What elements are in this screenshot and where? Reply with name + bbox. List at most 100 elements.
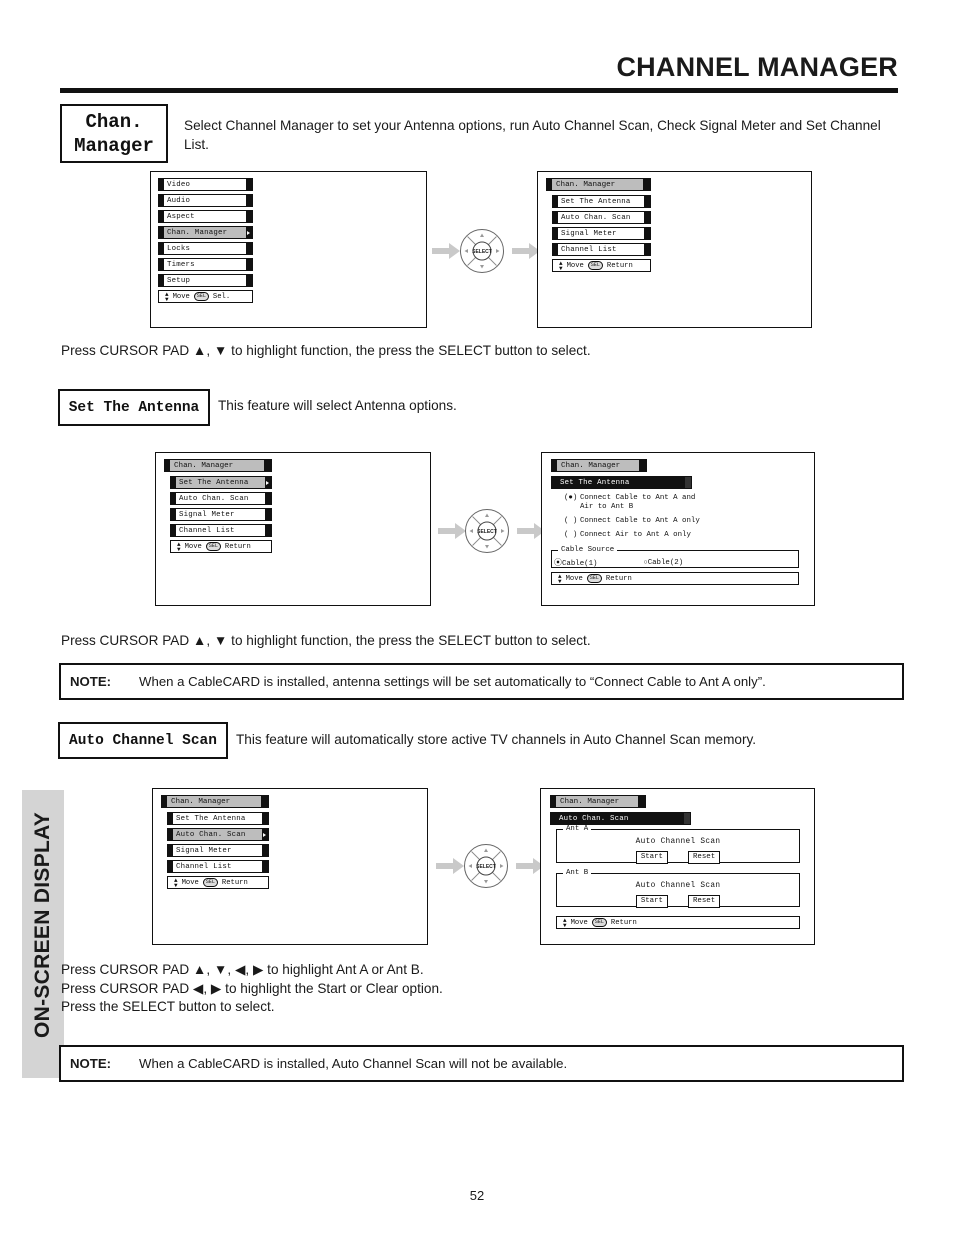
main-menu-item-chan-manager[interactable]: Chan. Manager — [158, 226, 253, 239]
cable-source-option-2[interactable]: Cable(2) — [643, 559, 683, 567]
main-menu-help-bar: ▲ ▼ Move SEL Sel. — [158, 290, 253, 303]
ant-b-start-button[interactable]: Start — [635, 895, 668, 908]
title-left-cap — [165, 460, 170, 471]
chan-menu-item-signal-meter[interactable]: Signal Meter — [167, 844, 269, 857]
row-left-cap — [159, 259, 164, 270]
flow-arrow-left-2 — [438, 523, 466, 539]
antenna-option-cable-a-air-b[interactable]: Connect Cable to Ant A and Air to Ant B — [564, 494, 801, 512]
section-side-tab: ON-SCREEN DISPLAY — [22, 790, 64, 1078]
chan-menu-item-auto-scan[interactable]: Auto Chan. Scan — [552, 211, 651, 224]
auto-scan-instruction-line2: Press CURSOR PAD ◀, ▶ to highlight the S… — [61, 980, 443, 996]
chan-menu-item-set-antenna[interactable]: Set The Antenna — [170, 476, 272, 489]
row-right-cap — [246, 179, 252, 190]
auto-scan-screen-frame: Chan. Manager Auto Chan. Scan Ant A Auto… — [540, 788, 815, 945]
main-menu-screen-frame: Video Audio Aspect Chan. Manager Locks T… — [150, 171, 427, 328]
antenna-options-screen-frame: Chan. Manager Set The Antenna Connect Ca… — [541, 452, 815, 606]
chan-menu-help-bar: ▲ ▼ Move SEL Return — [170, 540, 272, 553]
main-menu-item-label: Setup — [167, 276, 191, 285]
antenna-option-list: Connect Cable to Ant A and Air to Ant B … — [551, 494, 801, 540]
chan-menu-item-channel-list[interactable]: Channel List — [552, 243, 651, 256]
chan-manager-menu-title-label: Chan. Manager — [171, 797, 231, 806]
flow-arrow-right-1 — [512, 243, 540, 259]
chan-menu-item-signal-meter[interactable]: Signal Meter — [170, 508, 272, 521]
set-antenna-description: This feature will select Antenna options… — [218, 398, 457, 413]
row-right-cap — [265, 509, 271, 520]
cursor-pad-icon: SELECT — [459, 228, 505, 279]
help-action-label: Sel. — [212, 292, 231, 301]
row-left-cap — [551, 813, 556, 824]
antenna-option-label: Connect Air to Ant A only — [580, 531, 691, 539]
chan-menu-item-label: Channel List — [179, 526, 235, 535]
title-left-cap — [547, 179, 552, 190]
help-move-label: Move — [181, 878, 199, 887]
main-menu-item-locks[interactable]: Locks — [158, 242, 253, 255]
help-move-label: Move — [172, 292, 190, 301]
chan-menu-item-auto-scan[interactable]: Auto Chan. Scan — [167, 828, 269, 841]
chan-manager-menu-autoscan-selected: Chan. Manager Set The Antenna Auto Chan.… — [161, 795, 269, 889]
cable-source-option-label: Cable(1) — [562, 560, 598, 568]
chan-manager-label-box: Chan. Manager — [60, 104, 168, 163]
chan-menu-item-set-antenna[interactable]: Set The Antenna — [167, 812, 269, 825]
antenna-option-cable-a-only[interactable]: Connect Cable to Ant A only — [564, 517, 801, 526]
antenna-screen-title-label: Chan. Manager — [561, 461, 621, 470]
svg-text:SELECT: SELECT — [477, 529, 497, 535]
auto-scan-help-bar: ▲ ▼ Move SEL Return — [556, 916, 800, 929]
auto-scan-screen-subtitle-label: Auto Chan. Scan — [559, 814, 629, 823]
main-menu-item-timers[interactable]: Timers — [158, 258, 253, 271]
note-set-antenna: NOTE: When a CableCARD is installed, ant… — [59, 663, 904, 700]
ant-b-legend: Ant B — [563, 869, 592, 878]
chan-menu-item-signal-meter[interactable]: Signal Meter — [552, 227, 651, 240]
help-move-label: Move — [184, 542, 202, 551]
row-right-cap — [262, 845, 268, 856]
cable-source-group: Cable Source Cable(1) Cable(2) — [551, 546, 799, 568]
page-number: 52 — [469, 1188, 485, 1203]
note-text: When a CableCARD is installed, Auto Chan… — [139, 1056, 568, 1071]
flow-arrow-left-1 — [432, 243, 460, 259]
up-down-arrow-icon: ▲ ▼ — [558, 572, 562, 585]
select-key-icon: SEL — [193, 292, 209, 301]
title-right-cap — [639, 460, 646, 471]
set-antenna-instruction: Press CURSOR PAD ▲, ▼ to highlight funct… — [61, 633, 591, 648]
up-down-arrow-icon: ▲ ▼ — [165, 290, 169, 303]
cable-source-option-label: Cable(2) — [647, 558, 684, 567]
chevron-right-icon — [262, 829, 268, 840]
ant-a-heading: Auto Channel Scan — [635, 838, 721, 846]
ant-a-reset-button[interactable]: Reset — [688, 851, 721, 864]
auto-scan-screen-title: Chan. Manager — [550, 795, 646, 808]
auto-scan-label: Auto Channel Scan — [69, 732, 217, 749]
chan-manager-label-line2: Manager — [74, 134, 154, 157]
main-menu-item-audio[interactable]: Audio — [158, 194, 253, 207]
row-left-cap — [159, 211, 164, 222]
main-menu-item-label: Video — [167, 180, 191, 189]
cable-source-option-1[interactable]: Cable(1) — [554, 557, 597, 568]
help-action-label: Return — [221, 878, 248, 887]
row-right-cap — [644, 244, 650, 255]
chan-menu-item-auto-scan[interactable]: Auto Chan. Scan — [170, 492, 272, 505]
set-antenna-label-box: Set The Antenna — [58, 389, 210, 426]
chan-manager-menu-antenna-selected: Chan. Manager Set The Antenna Auto Chan.… — [164, 459, 272, 553]
antenna-option-air-a-only[interactable]: Connect Air to Ant A only — [564, 531, 801, 540]
chan-menu-item-set-antenna[interactable]: Set The Antenna — [552, 195, 651, 208]
ant-b-reset-button[interactable]: Reset — [688, 895, 721, 908]
row-left-cap — [168, 829, 173, 840]
antenna-option-label-line2: Air to Ant B — [580, 503, 634, 511]
ant-a-start-button[interactable]: Start — [635, 851, 668, 864]
svg-text:SELECT: SELECT — [472, 249, 492, 255]
row-right-cap — [262, 861, 268, 872]
chan-menu-item-channel-list[interactable]: Channel List — [167, 860, 269, 873]
note-auto-scan: NOTE: When a CableCARD is installed, Aut… — [59, 1045, 904, 1082]
main-menu-item-aspect[interactable]: Aspect — [158, 210, 253, 223]
row-left-cap — [171, 509, 176, 520]
row-left-cap — [553, 212, 558, 223]
auto-scan-instruction-line3: Press the SELECT button to select. — [61, 999, 275, 1014]
chan-menu-item-channel-list[interactable]: Channel List — [170, 524, 272, 537]
row-left-cap — [171, 477, 176, 488]
main-menu-item-setup[interactable]: Setup — [158, 274, 253, 287]
title-left-cap — [162, 796, 167, 807]
help-move-label: Move — [570, 918, 588, 927]
chan-manager-menu-title: Chan. Manager — [546, 178, 651, 191]
up-down-arrow-icon: ▲ ▼ — [177, 540, 181, 553]
page-title: CHANNEL MANAGER — [616, 52, 898, 82]
flow-arrow-left-3 — [436, 858, 464, 874]
main-menu-item-video[interactable]: Video — [158, 178, 253, 191]
